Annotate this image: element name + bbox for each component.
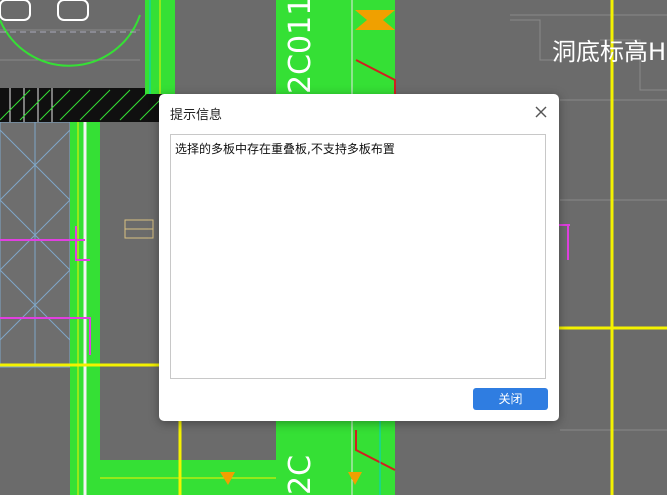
column-label-bottom: 2C	[283, 455, 318, 495]
dialog-title: 提示信息	[170, 108, 223, 123]
green-beam-left	[70, 122, 100, 495]
hatched-slab-left	[0, 121, 71, 368]
close-button[interactable]: 关闭	[473, 388, 548, 410]
column-circle	[0, 0, 141, 67]
column-label-top: 2C0112	[283, 0, 318, 94]
beam-band	[0, 88, 166, 122]
elevation-label: 洞底标高H+0	[552, 38, 667, 66]
close-icon[interactable]	[533, 104, 549, 120]
message-box[interactable]: 选择的多板中存在重叠板,不支持多板布置	[170, 134, 546, 379]
message-dialog: 提示信息 选择的多板中存在重叠板,不支持多板布置 关闭	[159, 94, 559, 421]
message-text: 选择的多板中存在重叠板,不支持多板布置	[175, 142, 395, 156]
